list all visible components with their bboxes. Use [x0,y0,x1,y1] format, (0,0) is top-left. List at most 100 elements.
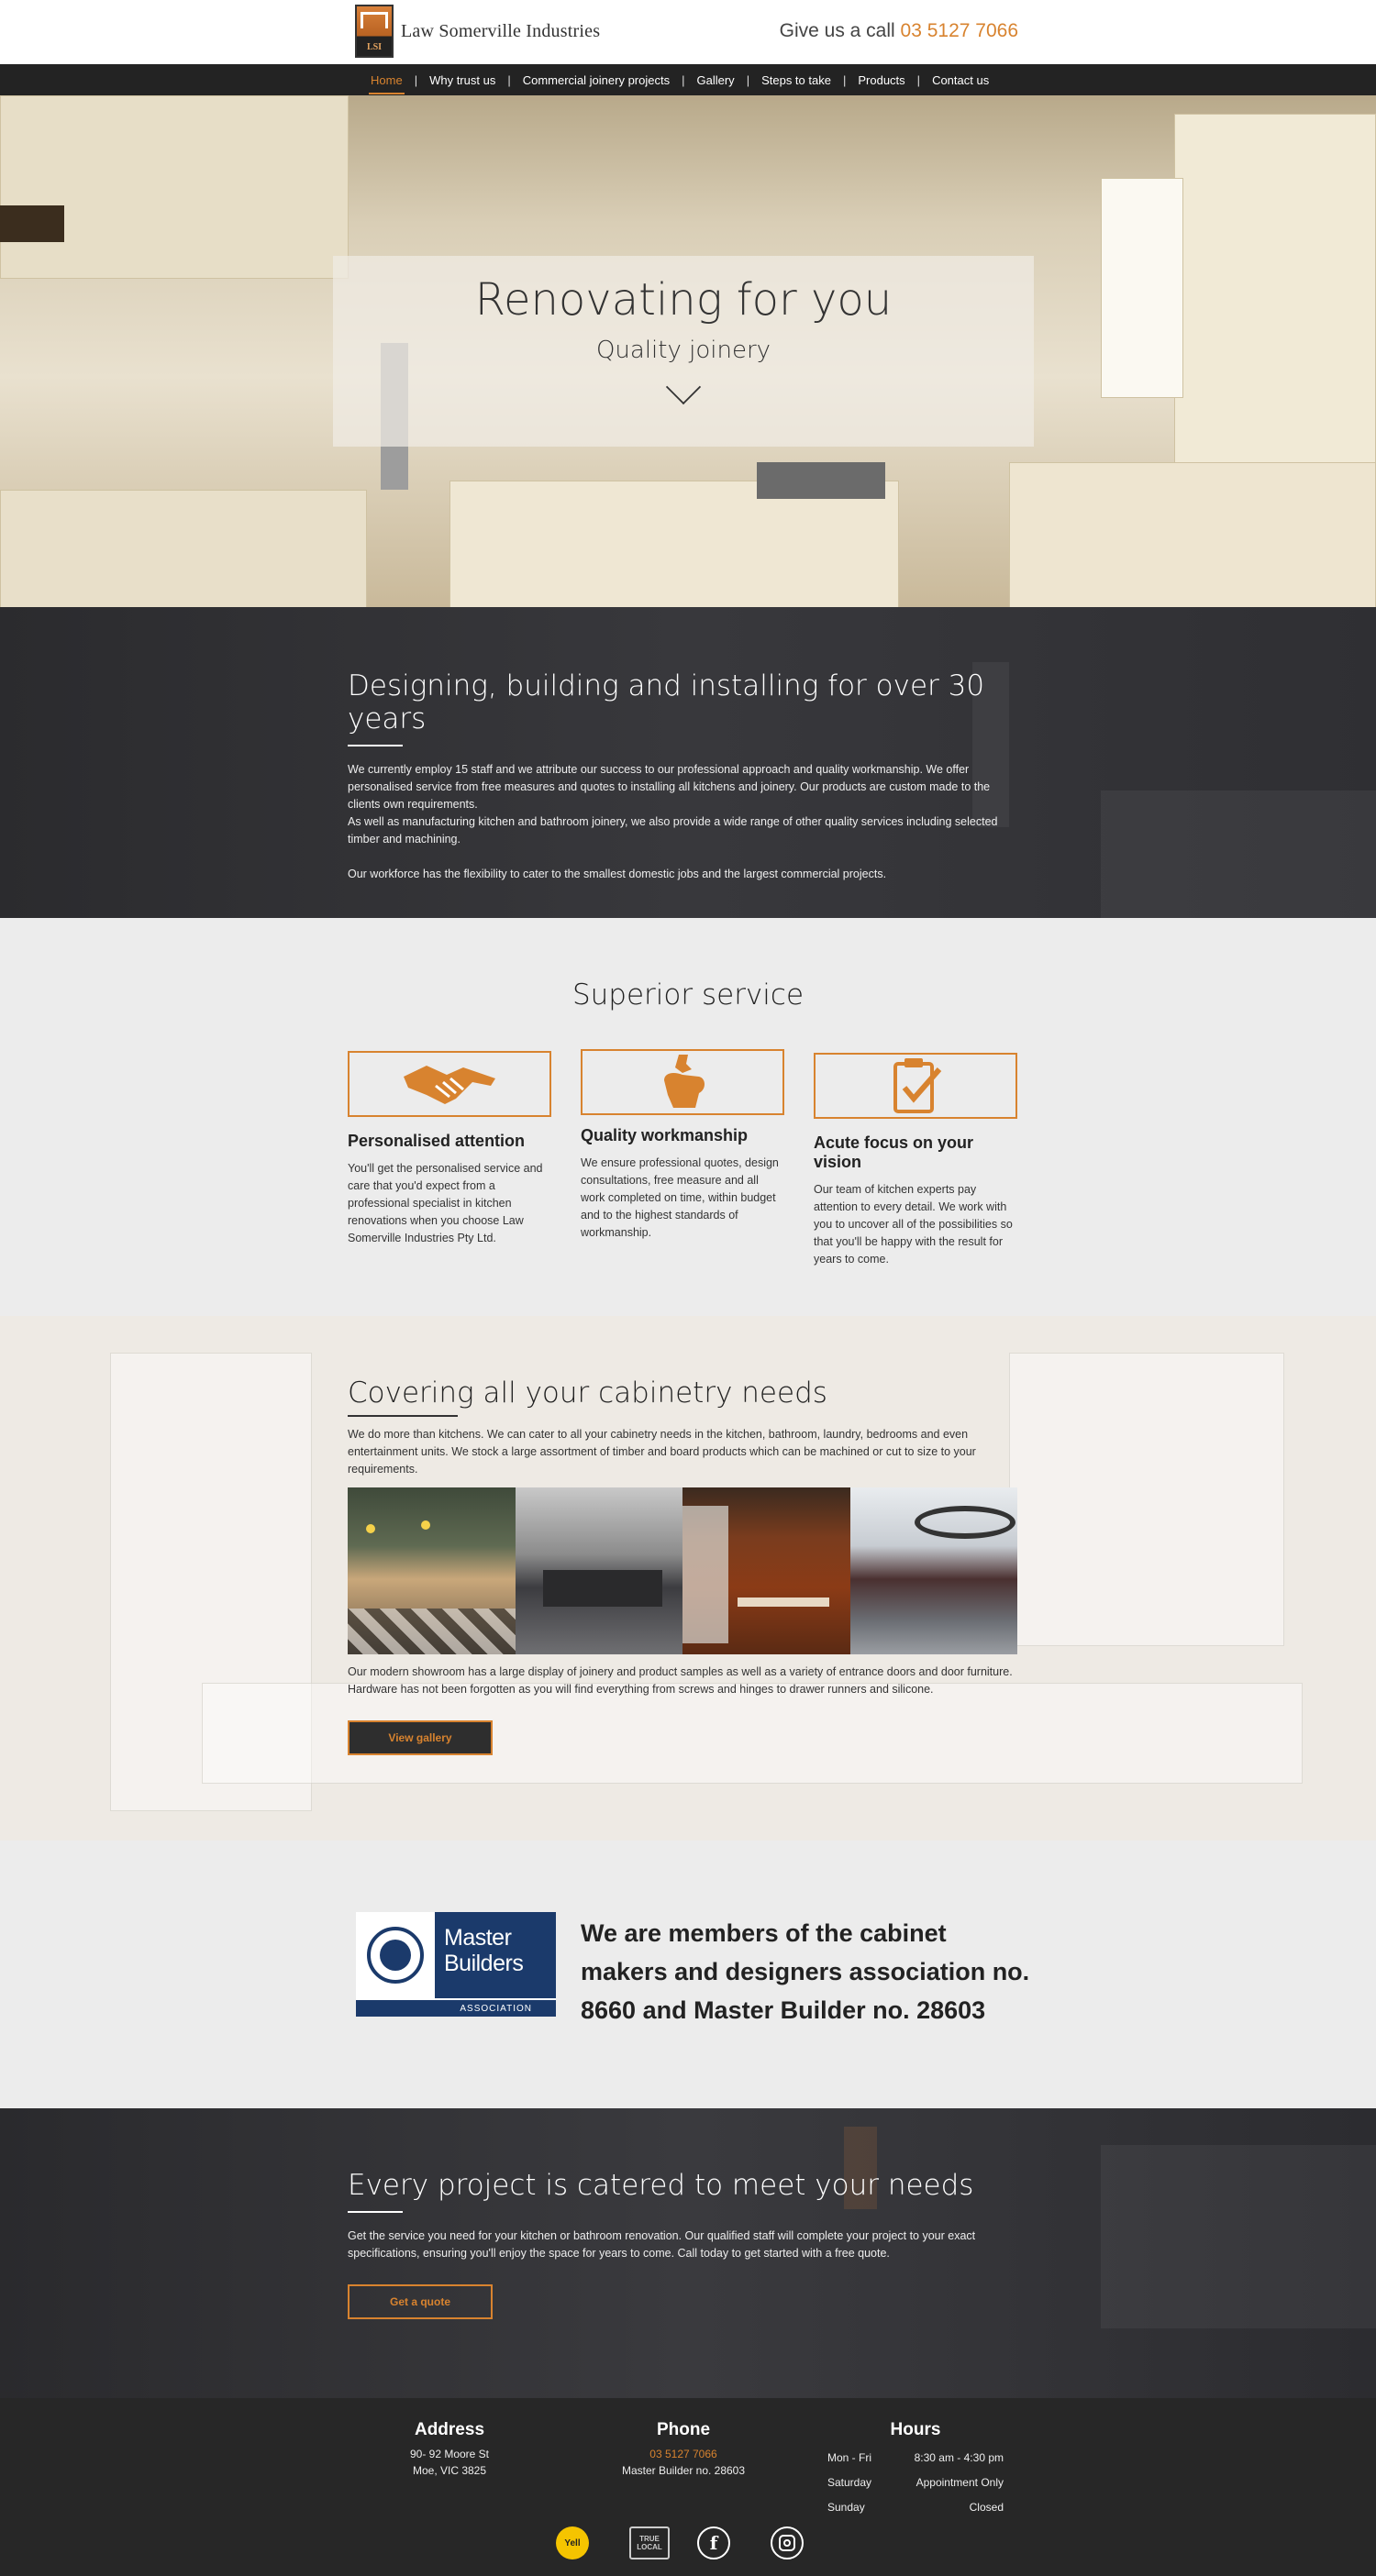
about-paragraph-3: Our workforce has the flexibility to cat… [348,868,887,880]
main-nav: Home | Why trust us | Commercial joinery p… [0,64,1376,95]
hours-row: Sunday Closed [827,2501,1004,2514]
nav-item-gallery[interactable]: Gallery | [689,73,754,87]
about-section: Designing, building and installing for o… [0,607,1376,918]
about-paragraph-2: As well as manufacturing kitchen and bat… [348,815,998,846]
wrench-hand-icon [664,1055,705,1108]
hero-bg-oven [757,462,885,499]
logo-text: Law Somerville Industries [401,20,601,41]
membership-section: Master Builders ASSOCIATION We are membe… [0,1841,1376,2108]
footer-builder-number: Master Builder no. 28603 [621,2464,746,2477]
instagram-icon[interactable] [771,2526,804,2559]
cabinetry-content: Covering all your cabinetry needs We do … [348,1376,1017,1755]
card-icon-frame [581,1049,784,1115]
logo-line-builders: Builders [444,1951,524,1976]
card-text: We ensure professional quotes, design co… [581,1156,779,1239]
nav-item-steps-to-take[interactable]: Steps to take | [753,73,849,87]
handshake-icon [404,1066,495,1104]
site-footer: Address 90- 92 Moore St Moe, VIC 3825 Ph… [0,2398,1376,2576]
card-text: Our team of kitchen experts pay attentio… [814,1183,1013,1266]
card-icon-frame [348,1051,551,1117]
nav-item-contact-us[interactable]: Contact us [924,73,997,87]
about-paragraph-1: We currently employ 15 staff and we attr… [348,763,991,811]
nav-item-products[interactable]: Products | [849,73,924,87]
nav-link[interactable]: Products [849,73,913,87]
cabinetry-intro: We do more than kitchens. We can cater t… [348,1428,976,1476]
heading-underline [348,1415,458,1417]
footer-phone-link[interactable]: 03 5127 7066 [605,2446,761,2462]
cabinetry-section: Covering all your cabinetry needs We do … [0,1316,1376,1841]
project-content: Every project is catered to meet your ne… [348,2169,1017,2319]
bg-ghost-cabinets [1101,790,1376,918]
about-content: Designing, building and installing for o… [348,669,1017,883]
service-card: Personalised attention You'll get the pe… [348,1051,551,1247]
superior-service-section: Superior service Personalised attention … [0,918,1376,1316]
hero-banner: Renovating for you Quality joinery [0,95,1376,607]
hours-row: Mon - Fri 8:30 am - 4:30 pm [827,2451,1004,2464]
kitchen-island-photo[interactable] [515,1487,682,1654]
nav-item-why-trust-us[interactable]: Why trust us | [421,73,515,87]
nav-link[interactable]: Commercial joinery projects [515,73,678,87]
nav-item-commercial-joinery[interactable]: Commercial joinery projects | [515,73,689,87]
hero-title: Renovating for you [474,274,893,326]
showroom-text: Our modern showroom has a large display … [348,1665,1013,1696]
project-text: Get the service you need for your kitche… [348,2229,976,2260]
nav-link[interactable]: Gallery [689,73,743,87]
nav-item-home[interactable]: Home | [362,73,421,94]
master-builders-logo: Master Builders ASSOCIATION [356,1912,556,2017]
service-card: Acute focus on your vision Our team of k… [814,1053,1017,1268]
view-gallery-button[interactable]: View gallery [348,1720,493,1755]
card-title: Quality workmanship [581,1126,749,1144]
cafe-interior-photo[interactable] [348,1487,516,1654]
yellow-pages-icon[interactable]: Yell [556,2526,589,2559]
true-local-icon[interactable]: TRUE LOCAL [629,2526,670,2559]
card-title: Acute focus on your vision [814,1133,974,1171]
hero-subtitle: Quality joinery [595,337,771,364]
nav-link[interactable]: Home [362,73,411,94]
master-builders-seal-icon [367,1927,424,1984]
hero-bg-upper-cabinets [0,95,349,279]
call-us: Give us a call 03 5127 7066 [780,20,1018,42]
project-photo-strip [348,1487,1017,1654]
call-prefix: Give us a call [779,20,895,41]
membership-text: We are members of the cabinet makers and… [581,1919,1030,2024]
heading-underline [348,745,403,746]
bg-ghost-cabinets [1101,2145,1376,2328]
cabinetry-heading: Covering all your cabinetry needs [348,1376,827,1410]
about-heading: Designing, building and installing for o… [348,669,985,735]
nav-link[interactable]: Steps to take [753,73,839,87]
logo-line-master: Master [444,1925,512,1951]
footer-hours-title: Hours [890,2420,941,2439]
nav-link[interactable]: Why trust us [421,73,504,87]
chevron-down-icon[interactable] [665,369,702,405]
card-text: You'll get the personalised service and … [348,1162,543,1244]
superior-heading: Superior service [571,978,805,1012]
hero-bg-base-cabinets [1009,462,1376,607]
bathroom-vanity-photo[interactable] [682,1487,850,1654]
site-header: LSI Law Somerville Industries Give us a … [0,0,1376,64]
hero-bg-left-bench [0,490,367,607]
logo-mark-icon: LSI [355,5,394,58]
site-logo[interactable]: LSI Law Somerville Industries [355,5,600,58]
hero-bg-window [1101,178,1183,398]
header-phone-link[interactable]: 03 5127 7066 [901,20,1018,41]
card-title: Personalised attention [348,1132,526,1150]
office-interior-photo[interactable] [849,1487,1017,1654]
logo-bar-association: ASSOCIATION [356,1998,556,2017]
footer-address-title: Address [414,2420,485,2439]
hero-caption: Renovating for you Quality joinery [333,256,1034,447]
bg-ghost-cabinet [1009,1353,1284,1646]
nav-link[interactable]: Contact us [924,73,997,87]
facebook-icon[interactable]: f [697,2526,730,2559]
footer-address-line1: 90- 92 Moore St [409,2448,490,2460]
footer-hours: Hours Mon - Fri 8:30 am - 4:30 pm Saturda… [827,2420,1004,2520]
project-section: Every project is catered to meet your ne… [0,2108,1376,2398]
hero-bg-island [449,481,899,607]
service-card: Quality workmanship We ensure profession… [581,1049,784,1242]
footer-phone-title: Phone [656,2420,711,2439]
footer-address-line2: Moe, VIC 3825 [412,2464,487,2477]
social-links: Yell TRUE LOCAL f [0,2526,1376,2559]
get-quote-button[interactable]: Get a quote [348,2284,493,2319]
heading-underline [348,2211,403,2213]
footer-phone: Phone 03 5127 7066 Master Builder no. 28… [605,2420,761,2479]
hero-bg-frame [0,205,64,242]
